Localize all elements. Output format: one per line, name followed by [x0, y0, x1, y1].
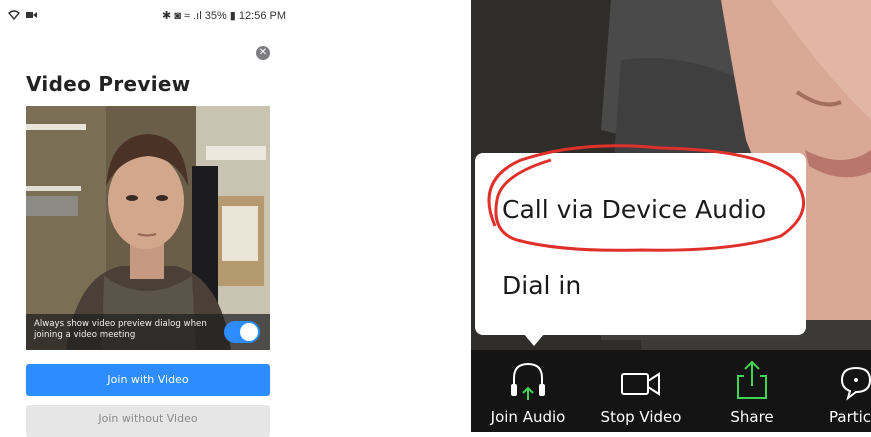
- participants-button[interactable]: Partic: [821, 350, 871, 432]
- close-icon[interactable]: ✕: [256, 46, 270, 60]
- menu-pointer: [523, 333, 545, 346]
- preview-preference-label: Always show video preview dialog when jo…: [34, 319, 207, 340]
- video-preview-screen: ✱ ◙ ≈ .ıl 35% ▮ 12:56 PM ✕ Video Preview: [0, 0, 300, 437]
- join-audio-label: Join Audio: [490, 408, 566, 426]
- status-left-icons: [8, 8, 37, 21]
- headphones-icon: [511, 362, 545, 400]
- wifi-icon: [8, 10, 20, 21]
- stop-video-button[interactable]: Stop Video: [589, 350, 693, 432]
- share-label: Share: [730, 408, 774, 426]
- call-via-device-audio-option[interactable]: Call via Device Audio: [502, 195, 766, 224]
- status-right-text: ✱ ◙ ≈ .ıl 35% ▮ 12:56 PM: [162, 10, 286, 22]
- share-button[interactable]: Share: [717, 350, 787, 432]
- status-bar: ✱ ◙ ≈ .ıl 35% ▮ 12:56 PM: [0, 0, 300, 28]
- preview-preference-bar: Always show video preview dialog when jo…: [26, 314, 270, 350]
- meeting-toolbar: Join Audio Stop Video Share Partic: [471, 350, 871, 432]
- toggle-knob: [240, 323, 258, 341]
- chat-icon: [840, 366, 871, 401]
- share-icon: [737, 360, 767, 399]
- camera-icon: [25, 12, 37, 18]
- page-title: Video Preview: [26, 72, 191, 96]
- audio-options-menu: Call via Device Audio Dial in: [475, 153, 806, 335]
- meeting-screen: Call via Device Audio Dial in Join Audio…: [471, 0, 871, 432]
- join-audio-button[interactable]: Join Audio: [483, 350, 573, 432]
- preview-preference-toggle[interactable]: [224, 321, 260, 343]
- dial-in-option[interactable]: Dial in: [502, 271, 581, 300]
- join-with-video-button[interactable]: Join with Video: [26, 364, 270, 396]
- camera-preview: Always show video preview dialog when jo…: [26, 106, 270, 350]
- join-without-video-button[interactable]: Join without Video: [26, 405, 270, 437]
- stop-video-label: Stop Video: [600, 408, 682, 426]
- video-camera-icon: [621, 372, 660, 396]
- participants-label: Partic: [829, 408, 871, 426]
